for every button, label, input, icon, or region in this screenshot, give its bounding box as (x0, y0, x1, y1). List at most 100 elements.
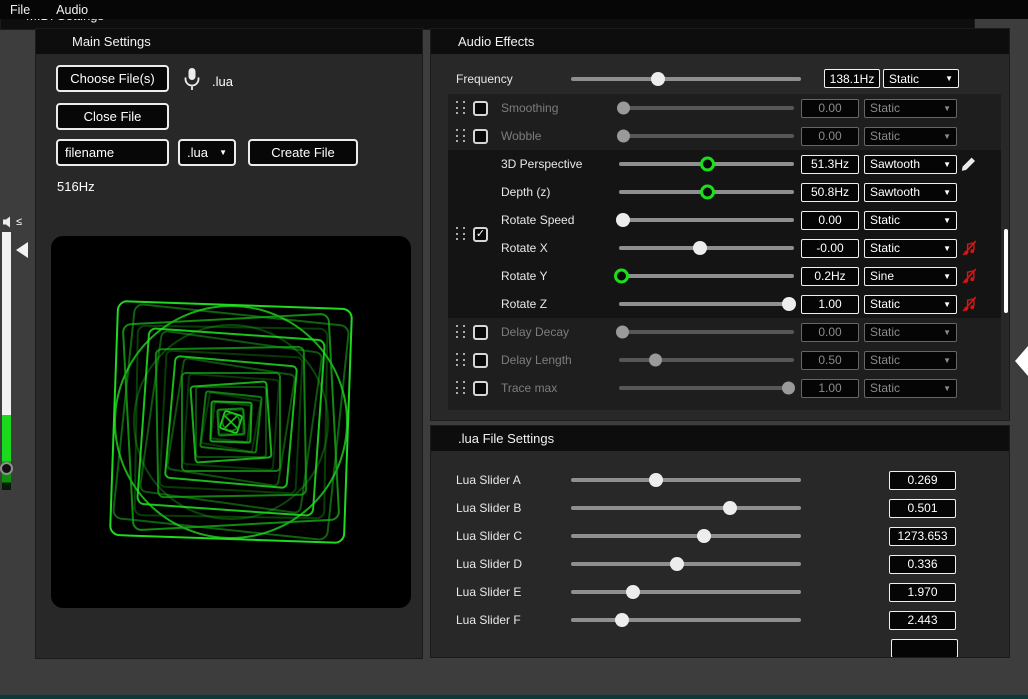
effect-type-dropdown[interactable]: Static ▼ (864, 323, 957, 342)
slider-thumb[interactable] (723, 501, 737, 515)
effect-type-dropdown[interactable]: Sawtooth ▼ (864, 183, 957, 202)
effect-type-dropdown[interactable]: Static ▼ (864, 295, 957, 314)
frequency-slider[interactable] (571, 77, 801, 81)
lua-slider[interactable] (571, 506, 801, 510)
effect-slider[interactable] (619, 190, 794, 194)
slider-thumb[interactable] (782, 297, 796, 311)
effects-scrollbar[interactable] (1004, 229, 1008, 313)
collapse-panel-arrow[interactable] (1015, 346, 1028, 376)
lua-slider[interactable] (571, 478, 801, 482)
lua-value-box[interactable]: 2.443 (889, 611, 956, 630)
slider-thumb[interactable] (617, 102, 630, 115)
effect-value-box[interactable]: 1.00 (801, 295, 859, 314)
effect-value-box[interactable]: 0.00 (801, 99, 859, 118)
file-extension-dropdown[interactable]: .lua ▼ (178, 139, 236, 166)
create-file-button[interactable]: Create File (248, 139, 358, 166)
drag-handle-icon[interactable] (456, 325, 466, 339)
drag-handle-icon[interactable] (456, 227, 466, 241)
effect-type-dropdown[interactable]: Static ▼ (864, 351, 957, 370)
effect-checkbox[interactable] (473, 325, 488, 340)
frequency-value-box[interactable]: 138.1Hz (824, 69, 880, 88)
slider-thumb[interactable] (782, 382, 795, 395)
midi-off-icon[interactable] (962, 240, 977, 256)
slider-thumb[interactable] (617, 130, 630, 143)
midi-off-icon[interactable] (962, 296, 977, 312)
effect-group-checkbox[interactable]: ✓ (473, 227, 488, 242)
volume-slider-thumb[interactable] (0, 462, 13, 475)
effect-slider[interactable] (619, 162, 794, 166)
effect-value-box[interactable]: 50.8Hz (801, 183, 859, 202)
effect-type-dropdown[interactable]: Sine ▼ (864, 267, 957, 286)
effect-value-box[interactable]: 1.00 (801, 379, 859, 398)
effect-slider[interactable] (619, 386, 794, 390)
lua-value-box[interactable]: 1273.653 (889, 527, 956, 546)
lua-slider[interactable] (571, 562, 801, 566)
slider-thumb[interactable] (670, 557, 684, 571)
effect-type-dropdown[interactable]: Sawtooth ▼ (864, 155, 957, 174)
drag-handle-icon[interactable] (456, 101, 466, 115)
slider-thumb[interactable] (649, 473, 663, 487)
effect-value-box[interactable]: 0.00 (801, 323, 859, 342)
slider-thumb[interactable] (616, 326, 629, 339)
drag-handle-icon[interactable] (456, 353, 466, 367)
drag-handle-icon[interactable] (456, 129, 466, 143)
chevron-down-icon: ▼ (943, 132, 951, 141)
slider-thumb[interactable] (615, 613, 629, 627)
effect-slider[interactable] (619, 218, 794, 222)
effect-type-dropdown[interactable]: Static ▼ (864, 127, 957, 146)
effect-slider[interactable] (619, 302, 794, 306)
effect-checkbox[interactable] (473, 381, 488, 396)
midi-off-icon[interactable] (962, 268, 977, 284)
effect-type-dropdown[interactable]: Static ▼ (864, 379, 957, 398)
effect-value-box[interactable]: -0.00 (801, 239, 859, 258)
effect-slider[interactable] (619, 330, 794, 334)
slider-thumb[interactable] (649, 354, 662, 367)
effect-slider[interactable] (619, 106, 794, 110)
effect-checkbox[interactable] (473, 101, 488, 116)
effect-type-dropdown[interactable]: Static ▼ (864, 99, 957, 118)
lua-slider[interactable] (571, 590, 801, 594)
drag-handle-icon[interactable] (456, 381, 466, 395)
lua-value-box[interactable]: 0.336 (889, 555, 956, 574)
slider-thumb[interactable] (700, 157, 715, 172)
menu-audio[interactable]: Audio (56, 3, 88, 17)
menu-file[interactable]: File (10, 3, 30, 17)
effect-type-dropdown[interactable]: Static ▼ (864, 239, 957, 258)
volume-meter[interactable] (2, 232, 11, 490)
effect-value-box[interactable]: 0.00 (801, 127, 859, 146)
lua-slider[interactable] (571, 618, 801, 622)
filename-input[interactable] (56, 139, 169, 166)
effect-slider[interactable] (619, 274, 794, 278)
slider-thumb[interactable] (693, 241, 707, 255)
effect-value-box[interactable]: 0.2Hz (801, 267, 859, 286)
microphone-icon[interactable] (183, 67, 201, 96)
effect-slider[interactable] (619, 246, 794, 250)
lua-slider[interactable] (571, 534, 801, 538)
choose-file-button[interactable]: Choose File(s) (56, 65, 169, 92)
slider-thumb[interactable] (614, 269, 629, 284)
effect-slider[interactable] (619, 134, 794, 138)
close-file-button[interactable]: Close File (56, 103, 169, 130)
slider-thumb[interactable] (697, 529, 711, 543)
effect-checkbox[interactable] (473, 129, 488, 144)
effect-label: Trace max (501, 381, 619, 395)
lua-value-box[interactable]: 1.970 (889, 583, 956, 602)
effect-row: Wobble 0.00 Static ▼ (448, 122, 1001, 150)
effect-type-dropdown[interactable]: Static ▼ (864, 211, 957, 230)
lua-value-box[interactable]: 0.501 (889, 499, 956, 518)
lua-value-box[interactable]: 0.269 (889, 471, 956, 490)
pencil-icon[interactable] (961, 156, 977, 172)
effect-value-box[interactable]: 51.3Hz (801, 155, 859, 174)
volume-slider-arrow[interactable] (16, 242, 28, 258)
slider-thumb[interactable] (616, 213, 630, 227)
effect-checkbox[interactable] (473, 353, 488, 368)
slider-thumb[interactable] (651, 72, 665, 86)
partial-value-box[interactable] (891, 639, 958, 658)
frequency-type-dropdown[interactable]: Static ▼ (883, 69, 959, 88)
slider-thumb[interactable] (626, 585, 640, 599)
effect-value-box[interactable]: 0.00 (801, 211, 859, 230)
slider-thumb[interactable] (700, 185, 715, 200)
panel-title: Main Settings (72, 34, 151, 49)
effect-slider[interactable] (619, 358, 794, 362)
effect-value-box[interactable]: 0.50 (801, 351, 859, 370)
